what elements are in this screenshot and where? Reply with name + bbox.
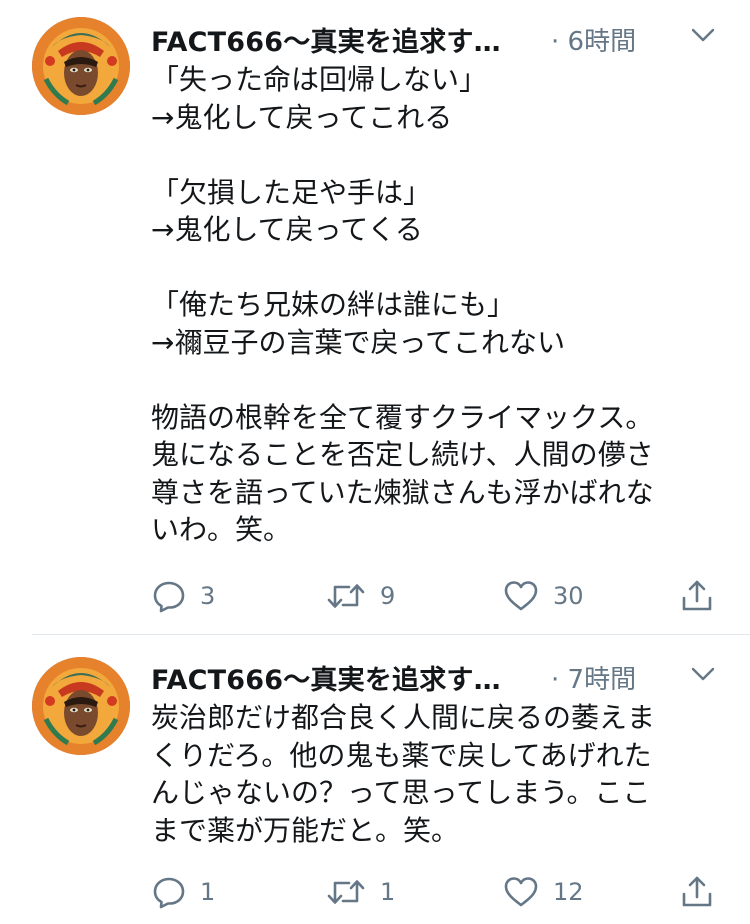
like-count: 12 bbox=[553, 878, 584, 906]
chevron-down-icon[interactable] bbox=[688, 663, 718, 685]
retweet-icon bbox=[327, 880, 365, 904]
share-button[interactable] bbox=[680, 576, 714, 616]
tweet-divider bbox=[32, 634, 750, 635]
tweet-actions: 3 9 30 bbox=[0, 576, 750, 616]
heart-icon bbox=[504, 877, 538, 907]
like-count: 30 bbox=[553, 582, 584, 610]
tweet[interactable]: FACT666〜真実を追求す… · 7時間 炭治郎だけ都合良く人間に戻るの萎えま… bbox=[0, 636, 750, 924]
avatar[interactable] bbox=[32, 657, 130, 755]
share-button[interactable] bbox=[680, 872, 714, 912]
share-icon bbox=[682, 580, 712, 611]
avatar-image bbox=[32, 657, 130, 755]
timestamp[interactable]: · 6時間 bbox=[551, 21, 636, 58]
reply-button[interactable]: 3 bbox=[152, 576, 215, 616]
timestamp[interactable]: · 7時間 bbox=[551, 659, 636, 696]
author-name[interactable]: FACT666〜真実を追求す… bbox=[151, 20, 501, 59]
retweet-count: 1 bbox=[380, 878, 396, 906]
avatar-image bbox=[32, 17, 130, 115]
retweet-button[interactable]: 9 bbox=[326, 576, 395, 616]
like-button[interactable]: 12 bbox=[503, 872, 584, 912]
tweet[interactable]: FACT666〜真実を追求す… · 6時間 「失った命は回帰しない」 →鬼化して… bbox=[0, 0, 750, 636]
retweet-icon bbox=[327, 584, 365, 608]
tweet-text: 炭治郎だけ都合良く人間に戻るの萎えま くりだろ。他の鬼も薬で戻してあげれた んじ… bbox=[151, 701, 656, 847]
like-button[interactable]: 30 bbox=[503, 576, 584, 616]
reply-count: 1 bbox=[200, 878, 216, 906]
tweet-actions: 1 1 12 bbox=[0, 872, 750, 912]
share-icon bbox=[682, 876, 712, 907]
tweet-text: 「失った命は回帰しない」 →鬼化して戻ってこれる 「欠損した足や手は」 →鬼化し… bbox=[151, 63, 654, 546]
heart-icon bbox=[504, 581, 538, 611]
retweet-count: 9 bbox=[380, 582, 396, 610]
reply-button[interactable]: 1 bbox=[152, 872, 215, 912]
reply-count: 3 bbox=[200, 582, 216, 610]
reply-icon bbox=[153, 581, 185, 613]
author-name[interactable]: FACT666〜真実を追求す… bbox=[151, 658, 501, 697]
reply-icon bbox=[153, 877, 185, 909]
chevron-down-icon[interactable] bbox=[688, 24, 718, 46]
retweet-button[interactable]: 1 bbox=[326, 872, 395, 912]
avatar[interactable] bbox=[32, 17, 130, 115]
